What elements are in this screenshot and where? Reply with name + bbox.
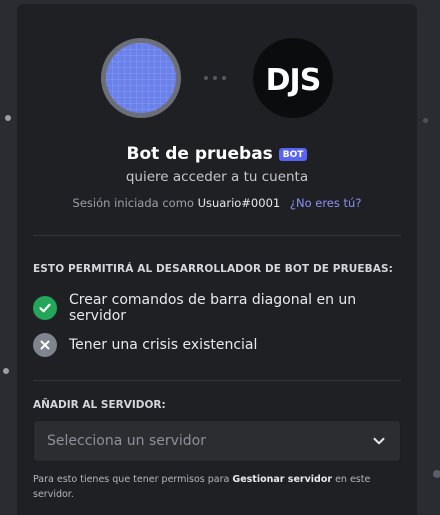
- permission-item: Crear comandos de barra diagonal en un s…: [33, 292, 417, 324]
- permission-item: Tener una crisis existencial: [33, 333, 257, 357]
- dot: [222, 76, 226, 80]
- session-username: Usuario#0001: [197, 196, 281, 210]
- background-dot: [3, 368, 9, 374]
- session-prefix: Sesión iniciada como: [72, 196, 194, 210]
- background-dot: [423, 118, 428, 123]
- divider: [33, 380, 401, 381]
- djs-logo-icon: DJS: [266, 63, 322, 98]
- hint-permission: Gestionar servidor: [232, 474, 333, 485]
- user-avatar-image: [106, 43, 176, 113]
- dot: [213, 76, 217, 80]
- x-icon: [33, 333, 57, 357]
- bot-badge: BOT: [278, 148, 308, 161]
- bot-avatar: DJS: [253, 38, 333, 118]
- divider: [33, 235, 401, 236]
- background-dot: [5, 115, 11, 121]
- request-subtitle: quiere acceder a tu cuenta: [125, 169, 309, 185]
- permission-label: Crear comandos de barra diagonal en un s…: [69, 292, 357, 324]
- background-dot: [433, 470, 440, 478]
- not-you-link[interactable]: ¿No eres tú?: [290, 196, 362, 210]
- oauth-authorize-modal: DJS Bot de pruebas BOT quiere acceder a …: [17, 4, 417, 515]
- server-heading: AÑADIR AL SERVIDOR:: [33, 399, 166, 411]
- bot-title-row: Bot de pruebas BOT: [17, 144, 417, 164]
- server-select-placeholder: Selecciona un servidor: [47, 433, 206, 449]
- avatar-row: DJS: [17, 38, 417, 118]
- dot: [204, 76, 208, 80]
- bot-name: Bot de pruebas: [126, 144, 273, 164]
- check-icon: [33, 296, 57, 320]
- hint-prefix: Para esto tienes que tener permisos para: [33, 474, 230, 485]
- permission-label: Tener una crisis existencial: [69, 337, 258, 353]
- chevron-down-icon: [373, 437, 385, 445]
- connection-dots: [204, 76, 226, 80]
- session-info: Sesión iniciada como Usuario#0001 ¿No er…: [17, 196, 417, 210]
- user-avatar: [101, 38, 181, 118]
- permissions-heading: ESTO PERMITIRÁ AL DESARROLLADOR DE BOT D…: [33, 263, 393, 275]
- server-select-dropdown[interactable]: Selecciona un servidor: [33, 420, 401, 462]
- server-permission-hint: Para esto tienes que tener permisos para…: [33, 472, 393, 502]
- svg-text:DJS: DJS: [266, 63, 321, 98]
